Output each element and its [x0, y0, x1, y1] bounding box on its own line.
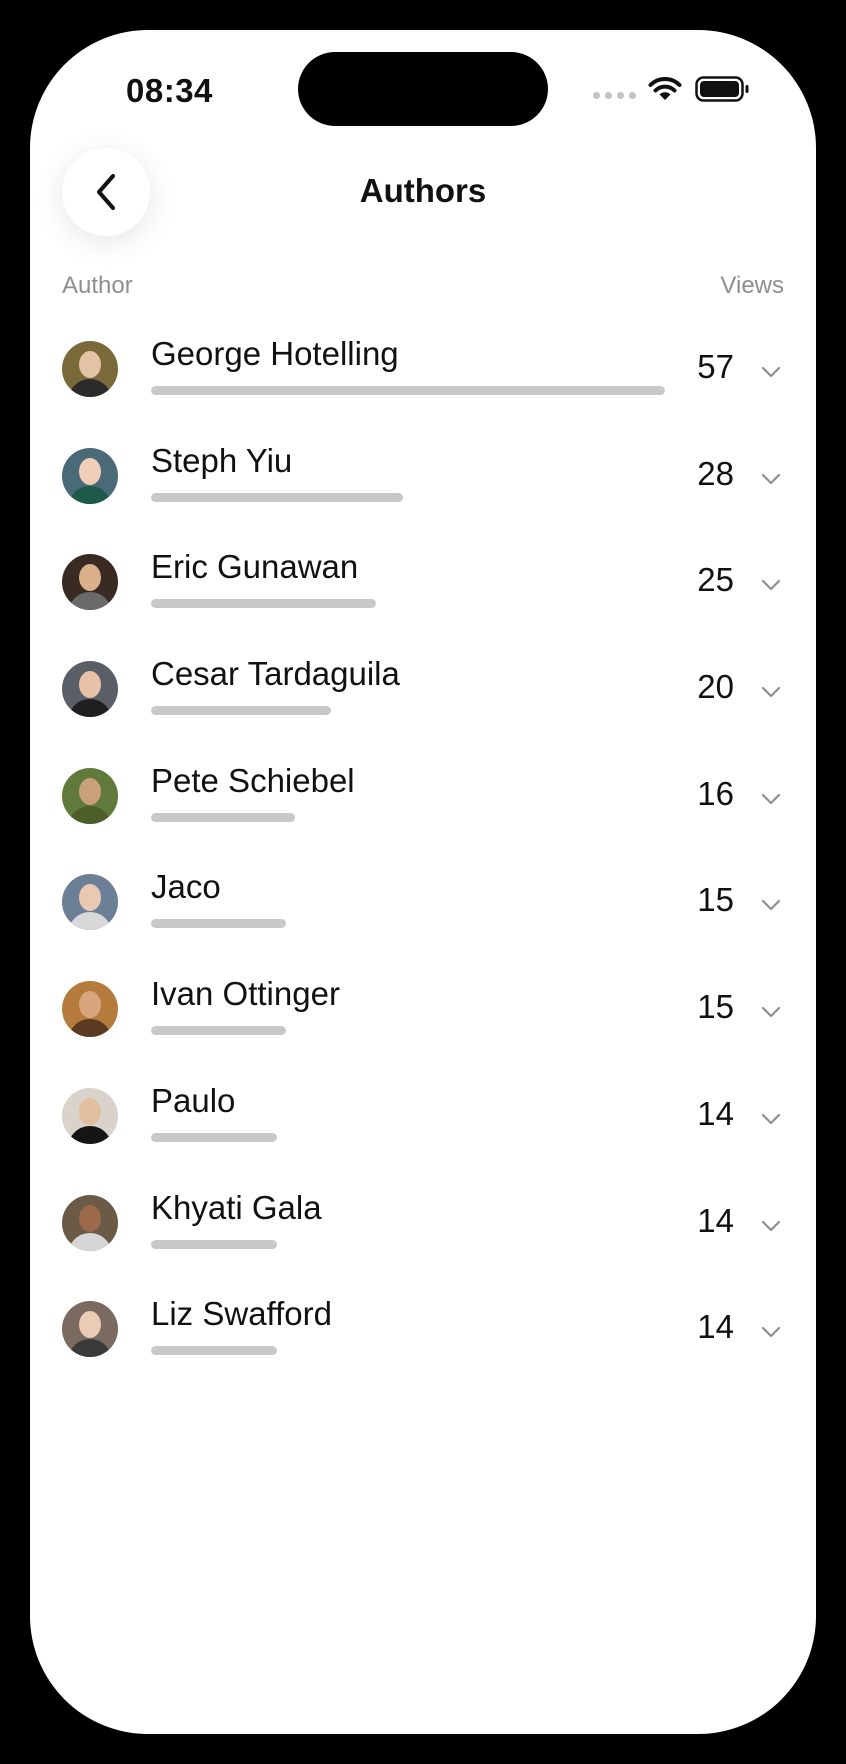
views-bar [151, 1026, 286, 1036]
status-bar: 08:34 [30, 30, 816, 150]
author-avatar [62, 1194, 118, 1251]
views-count: 20 [697, 668, 734, 706]
chevron-down-icon[interactable] [761, 366, 781, 378]
dynamic-island [298, 52, 548, 126]
author-name: Khyati Gala [151, 1188, 322, 1226]
chevron-down-icon[interactable] [761, 473, 781, 485]
views-count: 25 [697, 561, 734, 599]
author-row[interactable]: Paulo 14 [30, 1081, 816, 1192]
author-avatar [62, 661, 118, 718]
phone-screen: 08:34 Authors Author Views George Hotell… [30, 30, 816, 1734]
author-avatar [62, 767, 118, 824]
views-count: 28 [697, 454, 734, 492]
author-name: Paulo [151, 1081, 236, 1119]
author-avatar [62, 554, 118, 611]
page-title: Authors [359, 172, 487, 209]
author-row[interactable]: Jaco 15 [30, 868, 816, 978]
views-count: 14 [697, 1308, 734, 1346]
author-avatar [62, 447, 118, 504]
author-row[interactable]: George Hotelling 57 [30, 335, 816, 445]
chevron-down-icon[interactable] [761, 793, 781, 805]
views-count: 14 [697, 1201, 734, 1239]
chevron-down-icon[interactable] [761, 1006, 781, 1018]
author-list: George Hotelling 57 Steph Yiu 28 Eric Gunawa… [30, 335, 816, 1405]
author-avatar [62, 1087, 118, 1144]
status-time: 08:34 [126, 72, 213, 109]
author-row[interactable]: Eric Gunawan 25 [30, 548, 816, 658]
author-name: George Hotelling [151, 335, 399, 372]
author-avatar [62, 981, 118, 1038]
author-row[interactable]: Steph Yiu 28 [30, 441, 816, 552]
chevron-down-icon[interactable] [761, 579, 781, 591]
views-count: 15 [697, 988, 734, 1026]
views-count: 15 [697, 881, 734, 919]
views-bar [151, 706, 331, 716]
author-name: Cesar Tardaguila [151, 655, 400, 693]
chevron-down-icon[interactable] [761, 899, 781, 911]
author-avatar [62, 341, 118, 397]
author-row[interactable]: Pete Schiebel 16 [30, 761, 816, 872]
author-name: Liz Swafford [151, 1295, 332, 1333]
author-row[interactable]: Ivan Ottinger 15 [30, 975, 816, 1085]
views-bar [151, 812, 295, 822]
author-name: Eric Gunawan [151, 548, 359, 586]
views-count: 14 [697, 1094, 734, 1132]
author-row[interactable]: Khyati Gala 14 [30, 1188, 816, 1299]
chevron-down-icon[interactable] [761, 1326, 781, 1338]
chevron-down-icon[interactable] [761, 686, 781, 698]
battery-icon [695, 76, 749, 102]
chevron-down-icon[interactable] [761, 1220, 781, 1232]
author-avatar [62, 1301, 118, 1358]
author-name: Steph Yiu [151, 441, 293, 479]
views-bar [151, 1132, 277, 1142]
chevron-down-icon[interactable] [761, 1113, 781, 1125]
views-bar [151, 919, 286, 929]
author-name: Pete Schiebel [151, 761, 355, 799]
views-bar [151, 492, 403, 502]
views-bar [151, 1239, 277, 1249]
views-bar [151, 386, 665, 395]
wifi-icon [648, 77, 682, 100]
author-row[interactable]: Liz Swafford 14 [30, 1295, 816, 1405]
author-name: Ivan Ottinger [151, 975, 340, 1013]
cellular-signal-icon [593, 92, 636, 99]
author-avatar [62, 874, 118, 931]
author-name: Jaco [151, 868, 221, 906]
column-header-views: Views [720, 272, 784, 299]
views-count: 57 [697, 348, 734, 385]
views-count: 16 [697, 774, 734, 812]
views-bar [151, 1346, 277, 1356]
column-header-author: Author [62, 272, 133, 299]
author-row[interactable]: Cesar Tardaguila 20 [30, 655, 816, 765]
views-bar [151, 599, 376, 609]
